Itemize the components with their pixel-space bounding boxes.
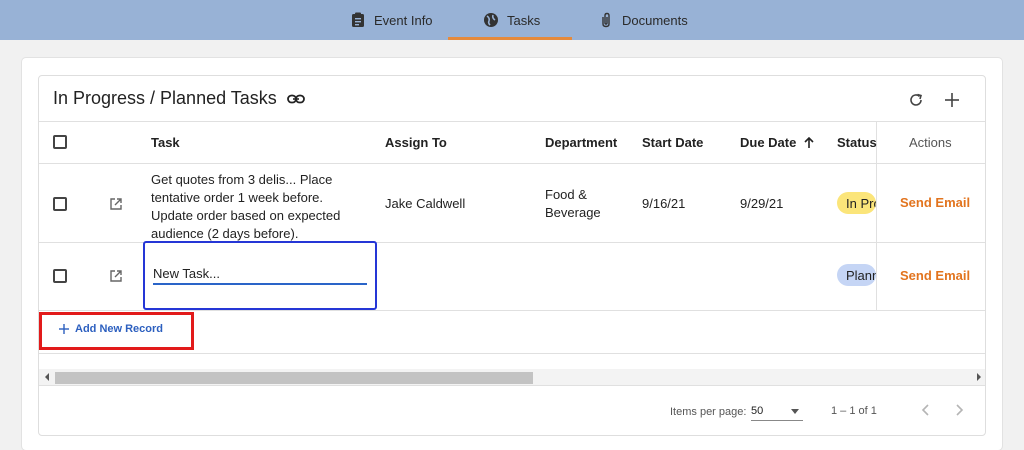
task-edit-cell (143, 241, 377, 310)
page-size-value: 50 (751, 404, 764, 417)
tab-label: Documents (622, 12, 688, 28)
page-size-select[interactable]: 50 (751, 401, 803, 421)
send-email-link[interactable]: Send Email (900, 268, 970, 283)
due-date-text: 9/29/21 (740, 196, 784, 211)
refresh-icon (908, 92, 924, 108)
tab-event-info[interactable]: Event Info (350, 0, 433, 40)
chevron-down-icon (791, 409, 799, 414)
status-badge-text: Planned (846, 267, 876, 283)
task-text[interactable]: Get quotes from 3 delis... Place tentati… (151, 171, 366, 243)
items-per-page-label: Items per page: (670, 406, 747, 418)
scrollbar-thumb[interactable] (55, 372, 533, 384)
send-email-link[interactable]: Send Email (900, 195, 970, 210)
tab-documents[interactable]: Documents (598, 0, 688, 40)
divider (39, 121, 985, 122)
select-all-checkbox[interactable] (53, 135, 67, 149)
header-task[interactable]: Task (151, 135, 180, 150)
plus-icon (945, 93, 959, 107)
header-assign-to[interactable]: Assign To (385, 135, 447, 150)
add-new-record-label: Add New Record (75, 323, 164, 335)
header-due-date-label: Due Date (740, 135, 797, 150)
status-badge: In Progress (837, 192, 876, 214)
task-input[interactable] (153, 263, 367, 285)
chevron-right-icon (956, 404, 964, 416)
header-due-date[interactable]: Due Date (740, 135, 814, 150)
tab-label: Tasks (507, 12, 541, 28)
divider (39, 163, 985, 164)
card-title-text: In Progress / Planned Tasks (53, 88, 277, 108)
tab-label: Event Info (374, 12, 433, 28)
assign-to-text: Jake Caldwell (385, 196, 466, 211)
status-badge: Planned (837, 264, 876, 286)
clipboard-icon (350, 12, 366, 28)
scroll-left-icon[interactable] (39, 369, 55, 385)
globe-icon (483, 12, 499, 28)
open-external-icon[interactable] (109, 197, 123, 211)
divider (39, 310, 985, 311)
previous-page-button[interactable] (915, 400, 935, 420)
refresh-button[interactable] (904, 88, 928, 112)
add-task-button[interactable] (940, 88, 964, 112)
department-text: Food & Beverage (545, 187, 601, 220)
tab-tasks[interactable]: Tasks (483, 0, 540, 40)
header-start-date[interactable]: Start Date (642, 135, 703, 150)
header-status[interactable]: Status (837, 135, 877, 150)
link-icon[interactable] (286, 94, 305, 104)
arrow-up-icon (804, 137, 814, 148)
active-tab-indicator (448, 37, 572, 40)
header-actions: Actions (909, 135, 952, 150)
row-checkbox[interactable] (53, 197, 67, 211)
top-nav-bar: Event Info Tasks Documents (0, 0, 1024, 40)
divider (39, 385, 985, 386)
header-department[interactable]: Department (545, 135, 617, 150)
start-date-text: 9/16/21 (642, 196, 686, 211)
paperclip-icon (598, 12, 614, 28)
card-title: In Progress / Planned Tasks (53, 88, 305, 109)
page-range: 1 – 1 of 1 (831, 405, 877, 417)
scroll-right-icon[interactable] (971, 369, 985, 385)
open-external-icon[interactable] (109, 269, 123, 283)
status-badge-text: In Progress (846, 195, 876, 211)
add-new-record-button[interactable]: Add New Record (59, 323, 163, 335)
chevron-left-icon (921, 404, 929, 416)
tasks-card: In Progress / Planned Tasks Task Assign … (38, 75, 986, 436)
next-page-button[interactable] (950, 400, 970, 420)
plus-icon (59, 324, 69, 334)
divider (39, 353, 985, 354)
row-checkbox[interactable] (53, 269, 67, 283)
